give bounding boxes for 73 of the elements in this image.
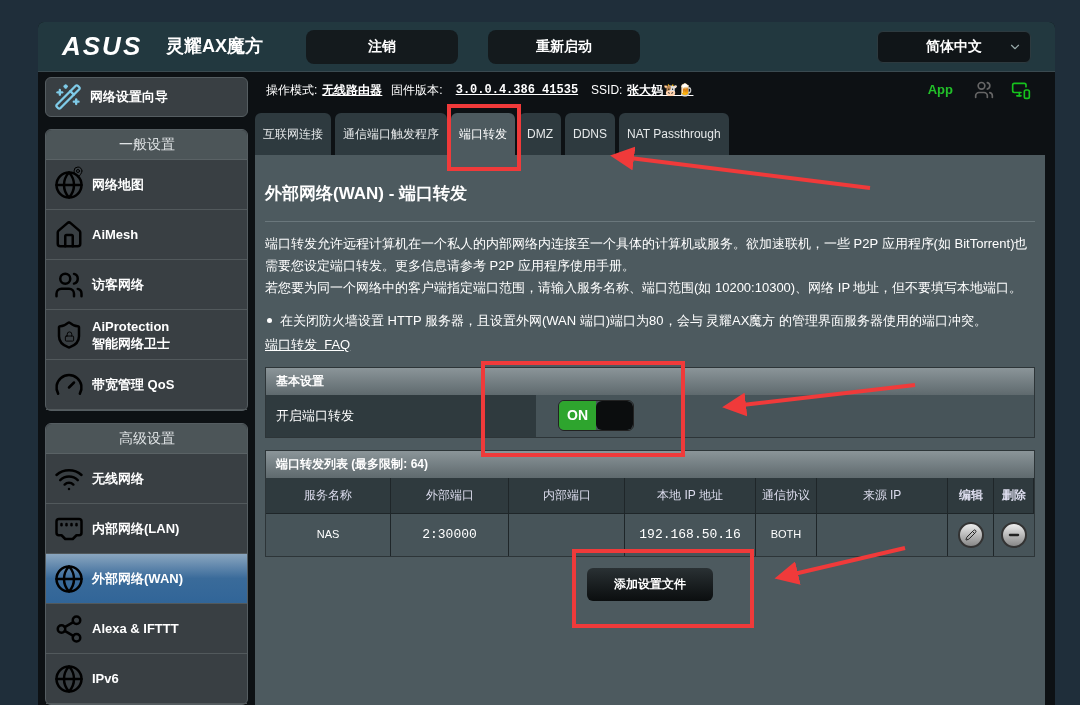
tab[interactable]: 通信端口触发程序 (335, 113, 447, 155)
table-header: 端口转发列表 (最多限制: 64) (266, 450, 1034, 478)
item-label: IPv6 (92, 670, 119, 687)
description-text: 若您要为同一个网络中的客户端指定端口范围，请输入服务名称、端口范围(如 10200:10300)、网络 IP 地址，但不要填写本地端口。 (265, 278, 1024, 297)
header-button[interactable]: 重新启动 (488, 29, 640, 64)
setup-wizard-button[interactable]: 网络设置向导 (45, 77, 248, 117)
sidebar-item[interactable]: AiProtection 智能网络卫士 (46, 310, 247, 360)
item-label: AiProtection (92, 317, 170, 335)
item-label: Alexa & IFTTT (92, 620, 179, 637)
column-header: 服务名称 (266, 477, 391, 513)
column-header: 编辑 (948, 477, 994, 513)
globe-icon (54, 663, 84, 694)
sidebar-item[interactable]: 网络地图 (46, 160, 247, 210)
column-header: 通信协议 (756, 477, 817, 513)
item-label: 外部网络(WAN) (92, 570, 183, 587)
sidebar-item[interactable]: 访客网络 (46, 260, 247, 310)
note-text: 在关闭防火墙设置 HTTP 服务器，且设置外网(WAN 端口)端口为80，会与 灵耀AX魔方 的管理界面服务器使用的端口冲突。 (280, 311, 988, 330)
sidebar-item[interactable]: 无线网络 (46, 454, 247, 504)
sidebar-item[interactable]: IPv6 (46, 654, 247, 704)
column-header: 内部端口 (509, 477, 625, 513)
section-header: 一般设置 (46, 130, 247, 160)
app-link[interactable]: App (927, 80, 953, 100)
tab[interactable]: 互联网连接 (255, 113, 331, 155)
table-cell: 2:30000 (391, 513, 509, 556)
sidebar-item[interactable]: Alexa & IFTTT (46, 604, 247, 654)
mode-label: 操作模式: (266, 82, 318, 99)
globe-pin-icon (54, 169, 84, 200)
column-header: 本地 IP 地址 (625, 477, 756, 513)
column-header: 删除 (994, 477, 1034, 513)
section-header: 高级设置 (46, 424, 247, 454)
table-cell: NAS (266, 513, 391, 556)
firmware-link[interactable]: 3.0.0.4.386_41535 (455, 81, 579, 99)
item-label: 无线网络 (92, 470, 144, 487)
sidebar-item[interactable]: AiMesh (46, 210, 247, 260)
tab[interactable]: DDNS (565, 113, 615, 155)
item-label: 网络地图 (92, 176, 144, 193)
faq-link[interactable]: 端口转发 FAQ (265, 335, 351, 355)
item-label: 内部网络(LAN) (92, 520, 180, 537)
edit-icon[interactable] (957, 521, 984, 548)
column-header: 外部端口 (391, 477, 509, 513)
add-profile-button[interactable]: 添加设置文件 (587, 567, 713, 601)
item-label: 访客网络 (92, 276, 144, 293)
table-header: 基本设置 (266, 367, 1034, 395)
users-icon[interactable] (974, 80, 994, 100)
page-title: 外部网络(WAN) - 端口转发 (265, 183, 469, 205)
row-label: 开启端口转发 (266, 394, 536, 437)
sidebar-item[interactable]: 外部网络(WAN) (46, 554, 247, 604)
tab[interactable]: DMZ (519, 113, 561, 155)
table-cell: BOTH (756, 513, 817, 556)
bullet-icon (267, 317, 272, 323)
column-header: 来源 IP (817, 477, 948, 513)
share-icon (54, 613, 84, 644)
tab[interactable]: 端口转发 (451, 113, 515, 155)
delete-icon[interactable] (1001, 521, 1027, 548)
table-cell: 192.168.50.16 (625, 513, 756, 556)
header-button[interactable]: 注销 (306, 29, 458, 64)
ssid-link[interactable]: 张大妈🐮🍺 (627, 81, 694, 99)
description-text: 端口转发允许远程计算机在一个私人的内部网络内连接至一个具体的计算机或服务。欲加速联机，一些 P2P 应用程序(如 BitTorrent)也需要您设定端口转发。更多信息请参考 P2P 应用程序使用手册。 (265, 234, 1029, 275)
firmware-label: 固件版本: (391, 82, 443, 99)
item-label: AiMesh (92, 226, 139, 243)
wand-icon (54, 83, 82, 111)
ssid-label: SSID: (591, 82, 623, 99)
mode-link[interactable]: 无线路由器 (322, 81, 383, 99)
product-name: 灵耀AX魔方 (166, 35, 264, 58)
language-dropdown[interactable]: 简体中文 (877, 30, 1031, 63)
sidebar-item[interactable]: 带宽管理 QoS (46, 360, 247, 410)
devices-icon[interactable] (1011, 80, 1031, 100)
house-icon (54, 219, 84, 250)
tab[interactable]: NAT Passthrough (619, 113, 729, 155)
globe-icon (54, 563, 84, 594)
item-label: 带宽管理 QoS (92, 376, 175, 393)
item-sublabel: 智能网络卫士 (92, 334, 170, 352)
logo: ASUS (62, 30, 142, 63)
